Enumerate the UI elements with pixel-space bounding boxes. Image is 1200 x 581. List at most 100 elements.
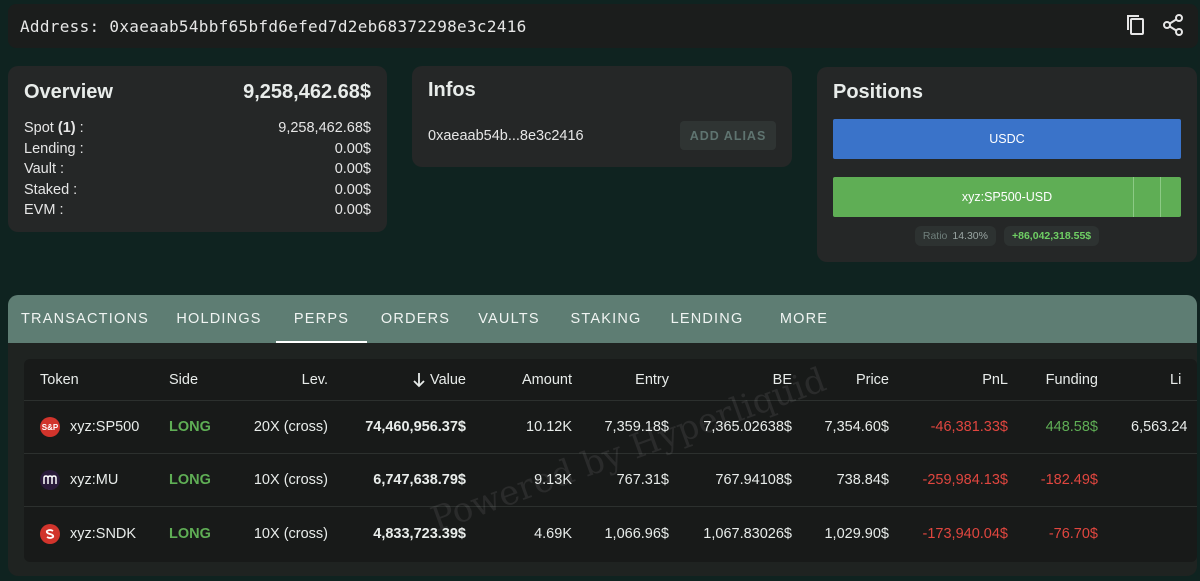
overview-title: Overview: [24, 80, 113, 103]
be-cell: 767.94108$: [715, 472, 792, 488]
overview-total: 9,258,462.68$: [243, 80, 371, 103]
tab-holdings[interactable]: HOLDINGS: [162, 295, 276, 343]
lev-cell: 20X (cross): [253, 419, 328, 435]
overview-row-value: 0.00$: [334, 140, 371, 157]
tab-bar: TRANSACTIONS HOLDINGS PERPS ORDERS VAULT…: [8, 295, 1197, 343]
header-side[interactable]: Side: [169, 359, 198, 400]
overview-row-label: EVM :: [24, 202, 64, 218]
header-liq[interactable]: Li: [1170, 359, 1181, 400]
header-token[interactable]: Token: [40, 359, 79, 400]
share-icon[interactable]: [1160, 12, 1186, 38]
table-header: Token Side Lev. Value Amount Entry BE Pr…: [24, 359, 1197, 401]
lev-cell: 10X (cross): [253, 525, 328, 542]
entry-cell: 7,359.18$: [604, 419, 669, 435]
liq-cell: 6,563.24: [1131, 419, 1188, 435]
value-cell: 4,833,723.39$: [373, 525, 466, 542]
tab-vaults[interactable]: VAULTS: [464, 295, 554, 343]
token-cell: xyz:MU: [40, 454, 118, 506]
overview-row-spot[interactable]: Spot (1) : 9,258,462.68$: [24, 118, 371, 139]
overview-row-value: 0.00$: [334, 202, 371, 218]
price-cell: 7,354.60$: [824, 419, 889, 435]
position-bar-label: USDC: [989, 132, 1025, 146]
header-be[interactable]: BE: [694, 359, 792, 400]
lev-cell: 10X (cross): [253, 472, 328, 488]
table-row[interactable]: xyz:MU LONG 10X (cross) 6,747,638.79$ 9.…: [24, 454, 1197, 507]
overview-row-label: Lending :: [24, 140, 84, 157]
positions-title: Positions: [833, 81, 924, 103]
overview-row-value: 9,258,462.68$: [278, 120, 371, 136]
be-cell: 7,365.02638$: [703, 419, 792, 435]
table-row[interactable]: xyz:SNDK LONG 10X (cross) 4,833,723.39$ …: [24, 507, 1197, 560]
side-cell: LONG: [169, 472, 211, 488]
funding-cell: -76.70$: [1048, 525, 1098, 542]
ratio-value: 14.30%: [952, 230, 988, 242]
sndk-token-icon: [40, 523, 60, 544]
token-cell: S&P xyz:SP500: [40, 417, 140, 437]
side-cell: LONG: [169, 525, 211, 542]
add-alias-button[interactable]: ADD ALIAS: [680, 121, 776, 150]
overview-row-label: Vault :: [24, 161, 65, 177]
value-cell: 74,460,956.37$: [365, 419, 466, 435]
overview-row-label: Staked :: [24, 181, 78, 198]
price-cell: 738.84$: [836, 472, 889, 488]
address-bar: Address: 0xaeaab54bbf65bfd6efed7d2eb6837…: [8, 4, 1198, 48]
tabs-panel: TRANSACTIONS HOLDINGS PERPS ORDERS VAULT…: [8, 295, 1197, 576]
entry-cell: 1,066.96$: [604, 525, 669, 542]
header-amount[interactable]: Amount: [494, 359, 572, 400]
overview-row-label: Spot (1) :: [24, 120, 84, 136]
pnl-cell: -173,940.04$: [922, 525, 1008, 542]
overview-row-staked: Staked : 0.00$: [24, 180, 371, 201]
mu-token-icon: [40, 470, 60, 490]
tab-lending[interactable]: LENDING: [658, 295, 756, 343]
header-price[interactable]: Price: [814, 359, 889, 400]
header-funding[interactable]: Funding: [1024, 359, 1098, 400]
ratio-label: Ratio: [922, 230, 948, 242]
address-label: Address:: [20, 16, 100, 36]
address-text: Address: 0xaeaab54bbf65bfd6efed7d2eb6837…: [20, 17, 527, 36]
overview-row-value: 0.00$: [334, 161, 371, 177]
token-cell: xyz:SNDK: [40, 507, 136, 560]
overview-row-evm: EVM : 0.00$: [24, 200, 371, 221]
sp500-token-icon: S&P: [40, 417, 60, 437]
position-segment-divider: [1160, 177, 1161, 217]
price-cell: 1,029.90$: [824, 525, 889, 542]
tab-perps[interactable]: PERPS: [276, 295, 367, 343]
position-bar-sp500[interactable]: xyz:SP500-USD: [833, 177, 1181, 217]
position-bar-label: xyz:SP500-USD: [961, 190, 1053, 204]
pnl-cell: -46,381.33$: [930, 419, 1008, 435]
tab-more[interactable]: MORE: [756, 295, 852, 343]
infos-title: Infos: [428, 79, 476, 101]
ratio-badge: Ratio 14.30%: [914, 226, 996, 246]
positions-card: Positions USDC xyz:SP500-USD Ratio 14.30…: [817, 67, 1197, 262]
header-value[interactable]: Value: [384, 359, 466, 400]
overview-card: Overview 9,258,462.68$ Spot (1) : 9,258,…: [8, 66, 387, 232]
address-value: 0xaeaab54bbf65bfd6efed7d2eb68372298e3c24…: [109, 16, 527, 36]
header-entry[interactable]: Entry: [594, 359, 669, 400]
position-segment-divider: [1133, 177, 1134, 217]
pnl-cell: -259,984.13$: [922, 472, 1008, 488]
pnl-badge: +86,042,318.55$: [1004, 226, 1100, 246]
amount-cell: 9.13K: [534, 472, 572, 488]
funding-cell: 448.58$: [1045, 419, 1098, 435]
tab-transactions[interactable]: TRANSACTIONS: [8, 295, 162, 343]
amount-cell: 10.12K: [526, 419, 572, 435]
perps-table: Token Side Lev. Value Amount Entry BE Pr…: [24, 359, 1197, 562]
overview-row-lending: Lending : 0.00$: [24, 139, 371, 160]
copy-icon[interactable]: [1122, 12, 1148, 38]
overview-row-value: 0.00$: [334, 181, 371, 198]
table-row[interactable]: S&P xyz:SP500 LONG 20X (cross) 74,460,95…: [24, 401, 1197, 454]
tab-orders[interactable]: ORDERS: [367, 295, 464, 343]
position-bar-usdc[interactable]: USDC: [833, 119, 1181, 159]
side-cell: LONG: [169, 419, 211, 435]
header-pnl[interactable]: PnL: [914, 359, 1008, 400]
funding-cell: -182.49$: [1040, 472, 1098, 488]
overview-row-vault: Vault : 0.00$: [24, 159, 371, 180]
sort-down-arrow-icon: [413, 372, 425, 387]
tab-staking[interactable]: STAKING: [554, 295, 658, 343]
value-cell: 6,747,638.79$: [373, 472, 466, 488]
infos-card: Infos 0xaeaab54b...8e3c2416 ADD ALIAS: [412, 66, 792, 167]
header-lev[interactable]: Lev.: [254, 359, 328, 400]
entry-cell: 767.31$: [616, 472, 669, 488]
infos-short-address[interactable]: 0xaeaab54b...8e3c2416: [428, 128, 584, 144]
be-cell: 1,067.83026$: [703, 525, 792, 542]
